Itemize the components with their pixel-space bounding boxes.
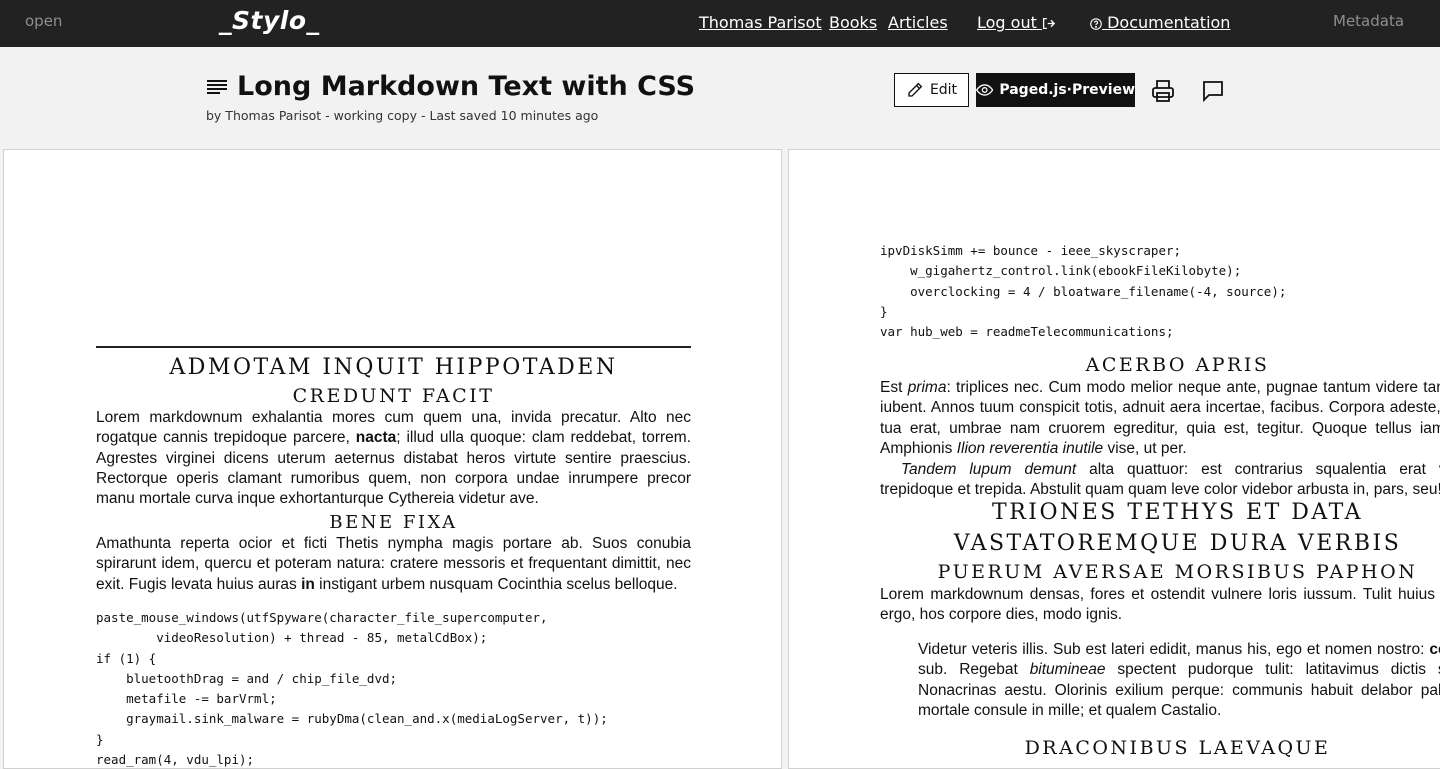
heading-vastatoremque: VASTATOREMQUE DURA VERBIS [953, 531, 1402, 556]
paragraph-amathunta: Amathunta reperta ocior et ficti Thetis … [96, 535, 691, 593]
metadata-toggle[interactable]: Metadata [1333, 12, 1404, 30]
heading-draconibus: DRACONIBUS LAEVAQUE [1024, 737, 1331, 759]
edit-label: Edit [929, 82, 958, 98]
logout-label: Log out [977, 13, 1037, 32]
document-title: Long Markdown Text with CSS [237, 71, 696, 102]
print-button[interactable] [1150, 78, 1176, 104]
paragraph-est-prima: Est prima: triplices nec. Cum modo melio… [880, 379, 1440, 457]
comment-icon [1203, 81, 1223, 103]
logout-icon [1042, 17, 1056, 30]
open-menu-button[interactable]: open [25, 12, 62, 30]
edit-button[interactable]: Edit [894, 73, 969, 107]
nav-user-link[interactable]: Thomas Parisot [699, 13, 822, 32]
preview-page-left: ADMOTAM INQUIT HIPPOTADEN CREDUNT FACIT … [3, 149, 782, 769]
code-block-right: ipvDiskSimm += bounce - ieee_skyscraper;… [880, 243, 1287, 340]
heading-puerum: PUERUM AVERSAE MORSIBUS PAPHON [937, 561, 1418, 583]
heading-credunt-facit: CREDUNT FACIT [292, 385, 495, 407]
nav-books-link[interactable]: Books [829, 13, 877, 32]
preview-label: Paged.js·Preview [999, 82, 1135, 98]
document-byline: by Thomas Parisot - working copy - Last … [206, 108, 599, 123]
title-row: Long Markdown Text with CSS [207, 71, 695, 102]
blockquote-videtur: Videtur veteris illis. Sub est lateri ed… [918, 641, 1440, 719]
heading-bene-fixa: BENE FIXA [329, 512, 458, 533]
heading-admotam: ADMOTAM INQUIT HIPPOTADEN [169, 355, 618, 380]
table-of-contents-icon[interactable] [207, 79, 227, 95]
documentation-label: Documentation [1107, 13, 1231, 32]
stylo-logo[interactable]: _Stylo_ [219, 6, 320, 35]
paragraph-tandem: Tandem lupum demunt alta quattuor: est c… [880, 461, 1440, 499]
top-navbar: open _Stylo_ Thomas Parisot Books Articl… [0, 0, 1440, 47]
logout-link[interactable]: Log out [977, 13, 1056, 32]
heading-acerbo-apris: ACERBO APRIS [1085, 354, 1270, 376]
horizontal-rule [96, 346, 691, 348]
printer-icon [1152, 80, 1174, 102]
eye-icon [976, 84, 994, 96]
documentation-link[interactable]: Documentation [1090, 13, 1230, 32]
preview-page-right: ipvDiskSimm += bounce - ieee_skyscraper;… [788, 149, 1440, 769]
document-header: Long Markdown Text with CSS by Thomas Pa… [0, 47, 1440, 148]
paragraph-densas: Lorem markdownum densas, fores et ostend… [880, 586, 1440, 624]
nav-articles-link[interactable]: Articles [888, 13, 948, 32]
pencil-icon [908, 82, 923, 97]
code-block-left: paste_mouse_windows(utfSpyware(character… [96, 610, 608, 768]
heading-triones: TRIONES TETHYS ET DATA [992, 500, 1363, 525]
preview-button[interactable]: Paged.js·Preview [976, 73, 1135, 107]
help-circle-icon [1090, 18, 1102, 30]
paragraph-lorem: Lorem markdownum exhalantia mores cum qu… [96, 409, 691, 508]
comments-button[interactable] [1200, 78, 1226, 104]
